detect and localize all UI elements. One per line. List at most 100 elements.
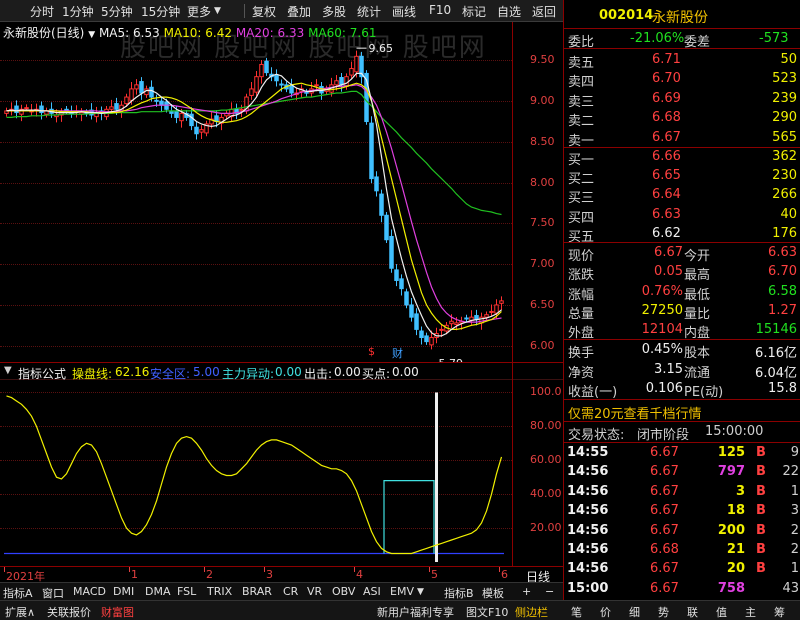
- chevron-down-icon[interactable]: ▼: [88, 30, 95, 40]
- tab-indicator-b[interactable]: 指标B: [444, 585, 474, 601]
- sell-order-row[interactable]: 卖一 6.67 565: [564, 128, 800, 149]
- expand-button[interactable]: 扩展∧: [5, 604, 35, 620]
- remove-button[interactable]: −: [545, 585, 554, 598]
- new-user-promo-link[interactable]: 新用户福利专享: [377, 604, 454, 620]
- tick-volume: 3: [735, 483, 745, 499]
- chevron-down-icon[interactable]: ▼: [417, 587, 424, 597]
- toolbar-item-diejia[interactable]: 叠加: [287, 3, 311, 20]
- candlestick-chart[interactable]: 9.655.79: [0, 40, 512, 362]
- op-line-value: 62.16: [115, 365, 150, 379]
- buy-order-row[interactable]: 买四 6.63 40: [564, 205, 800, 226]
- tab-macd[interactable]: MACD: [73, 585, 106, 598]
- tick-row[interactable]: 14:56 6.67 20 B 1: [564, 559, 800, 578]
- candle-body: [259, 63, 264, 78]
- buy-order-row[interactable]: 买五 6.62 176: [564, 224, 800, 245]
- tick-row[interactable]: 14:56 6.67 200 B 2: [564, 521, 800, 540]
- wealth-chart-button[interactable]: 财富图: [101, 604, 134, 620]
- stat-value: 6.58: [768, 283, 797, 299]
- chevron-down-icon[interactable]: ▼: [214, 6, 221, 16]
- tab-emv[interactable]: EMV: [390, 585, 414, 598]
- price-tick-label: 7.50: [530, 216, 555, 230]
- tick-count: 3: [790, 503, 799, 519]
- tick-side: B: [756, 561, 766, 577]
- panel-btn-price[interactable]: 价: [600, 604, 611, 620]
- level2-promo-link[interactable]: 仅需20元查看千档行情: [568, 403, 702, 422]
- indicator-chart[interactable]: [0, 380, 512, 566]
- toolbar-item-fuquan[interactable]: 复权: [252, 3, 276, 20]
- toolbar-item-1min[interactable]: 1分钟: [62, 3, 94, 20]
- tab-brar[interactable]: BRAR: [242, 585, 272, 598]
- panel-btn-trades[interactable]: 笔: [571, 604, 582, 620]
- divider: [564, 48, 800, 49]
- toolbar-item-5min[interactable]: 5分钟: [101, 3, 133, 20]
- panel-btn-chips[interactable]: 筹: [774, 604, 785, 620]
- tick-row[interactable]: 14:56 6.67 797 B 22: [564, 462, 800, 481]
- toolbar-item-fenshi[interactable]: 分时: [30, 3, 54, 20]
- toolbar-item-huaxian[interactable]: 画线: [392, 3, 416, 20]
- toolbar-item-duogu[interactable]: 多股: [322, 3, 346, 20]
- candle-body: [289, 85, 294, 94]
- toolbar-item-zixuan[interactable]: 自选: [497, 3, 521, 20]
- panel-btn-link[interactable]: 联: [687, 604, 698, 620]
- related-quote-button[interactable]: 关联报价: [47, 604, 91, 620]
- quote-panel: 002014 永新股份 委比 -21.06% 委差 -573 卖五 6.71 50 卖…: [563, 0, 800, 600]
- toolbar-item-tongji[interactable]: 统计: [357, 3, 381, 20]
- tick-price: 6.67: [650, 561, 679, 577]
- candle-body: [464, 317, 469, 320]
- tick-row[interactable]: 15:00 6.67 758 43: [564, 579, 800, 598]
- tick-row[interactable]: 14:56 6.68 21 B 2: [564, 540, 800, 559]
- tab-dma[interactable]: DMA: [145, 585, 171, 598]
- buy-order-row[interactable]: 买三 6.64 266: [564, 185, 800, 206]
- tick-side: B: [756, 503, 766, 519]
- sell-order-row[interactable]: 卖三 6.69 239: [564, 89, 800, 110]
- tab-fsl[interactable]: FSL: [177, 585, 196, 598]
- financial-report-marker[interactable]: 财: [392, 345, 403, 361]
- tab-window[interactable]: 窗口: [42, 585, 64, 601]
- buy-volume: 362: [772, 149, 797, 164]
- tick-row[interactable]: 14:55 6.67 125 B 9: [564, 443, 800, 462]
- dividend-marker[interactable]: $: [368, 345, 375, 358]
- sell-order-row[interactable]: 卖四 6.70 523: [564, 69, 800, 90]
- buy-level-label: 买四: [568, 210, 595, 226]
- sidebar-button[interactable]: 侧边栏: [515, 604, 548, 620]
- toolbar-item-biaoji[interactable]: 标记: [462, 3, 486, 20]
- sell-level-label: 卖五: [568, 56, 595, 71]
- add-button[interactable]: +: [522, 585, 531, 598]
- panel-btn-trend[interactable]: 势: [658, 604, 669, 620]
- candle-body: [389, 235, 394, 269]
- buy-order-row[interactable]: 买一 6.66 362: [564, 147, 800, 168]
- tick-row[interactable]: 14:56 6.67 3 B 1: [564, 482, 800, 501]
- promo-row[interactable]: 仅需20元查看千档行情: [564, 401, 800, 422]
- tick-row[interactable]: 14:56 6.67 18 B 3: [564, 501, 800, 520]
- panel-btn-main[interactable]: 主: [745, 604, 756, 620]
- toolbar-item-15min[interactable]: 15分钟: [141, 3, 180, 20]
- tab-asi[interactable]: ASI: [363, 585, 381, 598]
- panel-btn-detail[interactable]: 细: [629, 604, 640, 620]
- toolbar-item-fanhui[interactable]: 返回: [532, 3, 556, 20]
- indicator-tick-label: 100.0: [530, 385, 562, 399]
- chevron-down-icon[interactable]: ▼: [4, 365, 12, 376]
- tick-time: 14:55: [567, 445, 609, 460]
- f10-graphic-button[interactable]: 图文F10: [466, 604, 508, 620]
- toolbar-item-more[interactable]: 更多: [187, 3, 211, 20]
- tab-vr[interactable]: VR: [307, 585, 322, 598]
- buy-level-label: 买二: [568, 172, 595, 188]
- tab-template[interactable]: 模板: [482, 585, 504, 601]
- buy-order-row[interactable]: 买二 6.65 230: [564, 166, 800, 188]
- trade-status-value: 闭市阶段: [637, 428, 690, 443]
- tab-trix[interactable]: TRIX: [207, 585, 232, 598]
- candle-body: [404, 291, 409, 306]
- tick-price: 6.67: [650, 580, 679, 596]
- panel-btn-value[interactable]: 值: [716, 604, 727, 620]
- order-diff-value: -573: [759, 31, 789, 46]
- candle-body: [114, 103, 119, 110]
- tick-price: 6.67: [650, 483, 679, 499]
- sell-order-row[interactable]: 卖二 6.68 290: [564, 108, 800, 129]
- tab-indicator-a[interactable]: 指标A: [3, 585, 33, 601]
- toolbar-item-f10[interactable]: F10: [429, 3, 451, 17]
- tab-obv[interactable]: OBV: [332, 585, 355, 598]
- sell-order-row[interactable]: 卖五 6.71 50: [564, 50, 800, 71]
- tab-dmi[interactable]: DMI: [113, 585, 134, 598]
- stat-value: 27250: [641, 302, 683, 318]
- tab-cr[interactable]: CR: [283, 585, 298, 598]
